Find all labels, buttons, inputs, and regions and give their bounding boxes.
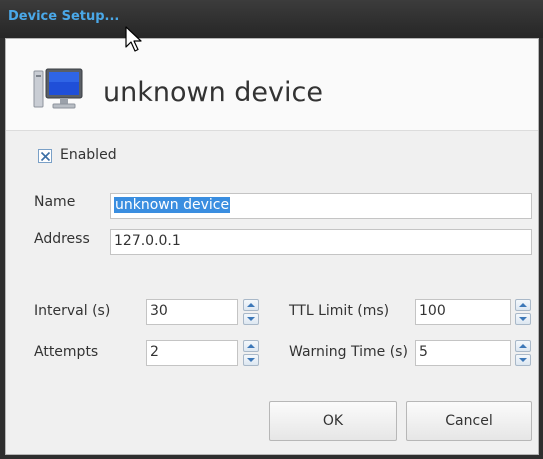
ttl-limit-field[interactable]: 100 [415, 299, 511, 325]
arrow-up-icon [247, 303, 255, 307]
warning-time-field[interactable]: 5 [415, 340, 511, 366]
arrow-up-icon [519, 344, 527, 348]
dialog-header: unknown device [6, 39, 538, 131]
warning-time-decrement-button[interactable] [515, 354, 531, 366]
ttl-limit-stepper [513, 298, 533, 326]
warning-time-increment-button[interactable] [515, 340, 531, 352]
enabled-checkbox[interactable] [38, 149, 52, 163]
arrow-up-icon [247, 344, 255, 348]
arrow-down-icon [519, 358, 527, 362]
ttl-limit-increment-button[interactable] [515, 299, 531, 311]
arrow-down-icon [247, 358, 255, 362]
interval-decrement-button[interactable] [243, 313, 259, 325]
attempts-stepper [241, 339, 261, 367]
cancel-button[interactable]: Cancel [406, 401, 532, 441]
address-field[interactable]: 127.0.0.1 [110, 229, 532, 255]
interval-stepper [241, 298, 261, 326]
ttl-limit-label: TTL Limit (ms) [289, 303, 390, 319]
interval-increment-button[interactable] [243, 299, 259, 311]
warning-time-label: Warning Time (s) [289, 344, 408, 360]
arrow-down-icon [519, 317, 527, 321]
device-setup-dialog: unknown device Enabled Name unknown devi… [5, 38, 539, 455]
monitor-icon [33, 68, 83, 109]
arrow-down-icon [247, 317, 255, 321]
interval-label: Interval (s) [34, 303, 111, 319]
address-label: Address [34, 231, 90, 247]
ttl-limit-decrement-button[interactable] [515, 313, 531, 325]
ok-button[interactable]: OK [269, 401, 397, 441]
device-name-heading: unknown device [103, 77, 323, 108]
enabled-label: Enabled [60, 147, 117, 163]
mouse-cursor-icon [125, 26, 142, 52]
attempts-decrement-button[interactable] [243, 354, 259, 366]
title-bar[interactable]: Device Setup... [0, 0, 543, 38]
warning-time-stepper [513, 339, 533, 367]
attempts-increment-button[interactable] [243, 340, 259, 352]
attempts-field[interactable]: 2 [146, 340, 238, 366]
check-icon [40, 151, 51, 162]
attempts-label: Attempts [34, 344, 99, 360]
arrow-up-icon [519, 303, 527, 307]
name-field-value: unknown device [114, 197, 231, 213]
window-title: Device Setup... [8, 9, 120, 24]
name-label: Name [34, 194, 76, 210]
interval-field[interactable]: 30 [146, 299, 238, 325]
name-field[interactable]: unknown device [110, 193, 532, 219]
